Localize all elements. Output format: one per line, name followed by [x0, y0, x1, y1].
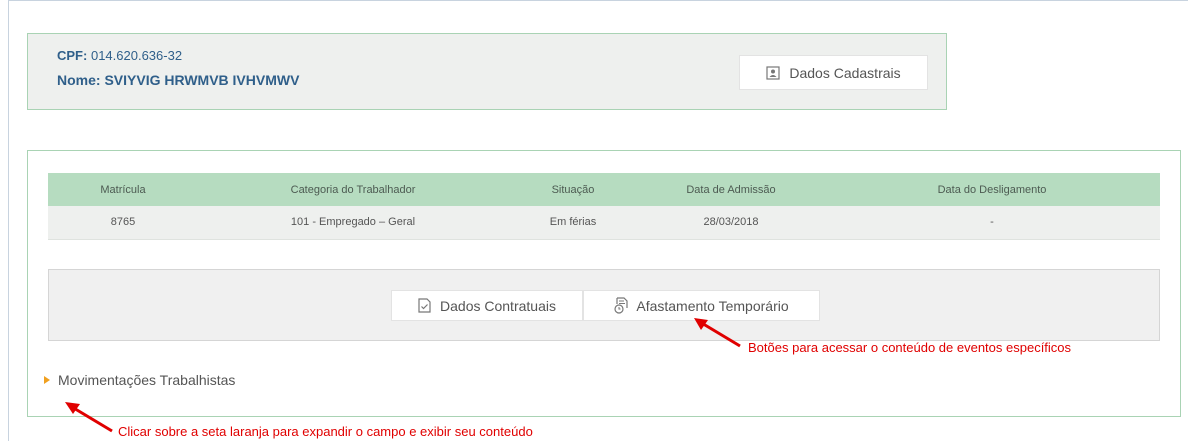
- buttons-annotation-text: Botões para acessar o conteúdo de evento…: [748, 340, 1072, 355]
- expander-annotation-text: Clicar sobre a seta laranja para expandi…: [118, 424, 533, 439]
- buttons-annotation-arrow: [694, 318, 741, 348]
- expander-annotation-arrow: [65, 402, 113, 433]
- annotation-arrows: [65, 318, 741, 433]
